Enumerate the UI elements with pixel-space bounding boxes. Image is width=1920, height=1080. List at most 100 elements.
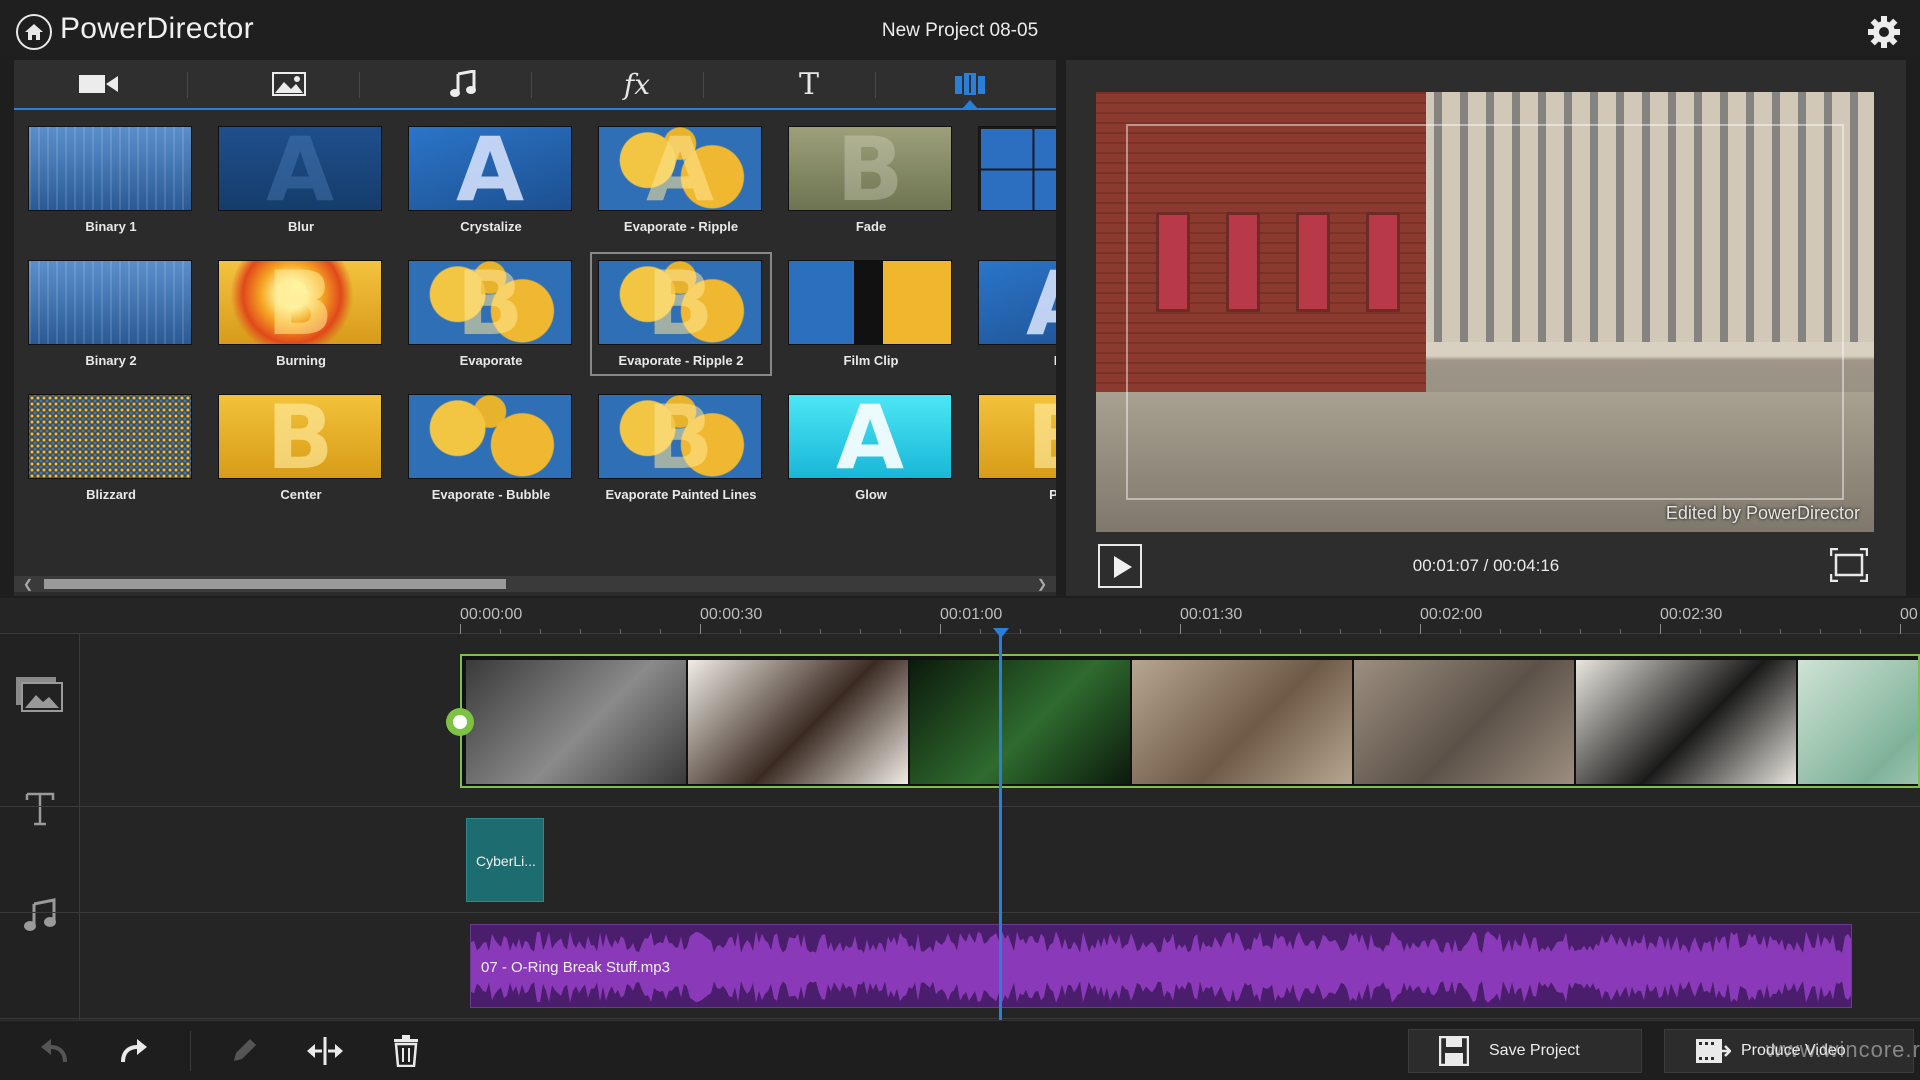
app-name: PowerDirector: [60, 12, 254, 45]
title-text-icon: T: [798, 66, 819, 102]
active-tab-indicator: [962, 100, 978, 109]
pattern-clip[interactable]: [1798, 660, 1918, 784]
tab-video[interactable]: [14, 60, 184, 108]
ruler-minor-tick: [1700, 629, 1701, 634]
ruler-minor-tick: [1780, 629, 1781, 634]
transition-thumb[interactable]: A Glow: [788, 394, 954, 502]
ruler-minor-tick: [1380, 629, 1381, 634]
transition-thumb[interactable]: B Burning: [218, 260, 384, 368]
title-clip[interactable]: CyberLi...: [466, 818, 544, 902]
ruler-minor-tick: [740, 629, 741, 634]
audio-waveform: [471, 931, 1851, 1003]
transition-thumb[interactable]: A Crystalize: [408, 126, 574, 234]
ruler-minor-tick: [660, 629, 661, 634]
transition-preview-image: [788, 260, 952, 345]
video-preview[interactable]: Edited by PowerDirector: [1096, 92, 1874, 532]
transition-preview-image: [408, 394, 572, 479]
home-icon: [25, 24, 43, 40]
ruler-major-tick: [1180, 624, 1181, 634]
ruler-major-tick: [1660, 624, 1661, 634]
ruler-minor-tick: [1260, 629, 1261, 634]
video-camera-icon: [79, 75, 118, 93]
tab-title[interactable]: T: [724, 60, 894, 108]
scrollbar-thumb[interactable]: [44, 579, 506, 589]
site-watermark: www.wincore.ru: [1766, 1037, 1920, 1062]
transition-thumb[interactable]: Binary 2: [28, 260, 194, 368]
ruler-major-tick: [1900, 624, 1901, 634]
person-clip[interactable]: [688, 660, 908, 784]
tab-divider: [875, 72, 876, 98]
edit-button[interactable]: [222, 1031, 266, 1071]
ruler-minor-tick: [1140, 629, 1141, 634]
street-clip[interactable]: [1354, 660, 1574, 784]
ruler-minor-tick: [1620, 629, 1621, 634]
transition-thumb[interactable]: Evaporate - Bubble: [408, 394, 574, 502]
ruler-minor-tick: [500, 629, 501, 634]
transition-label: Glow: [855, 487, 887, 502]
ruler-minor-tick: [1500, 629, 1501, 634]
transition-preview-image: [978, 126, 1056, 211]
ruler-major-tick: [460, 624, 461, 634]
save-project-button[interactable]: Save Project: [1408, 1029, 1642, 1073]
game-screen-clip[interactable]: [910, 660, 1130, 784]
audio-clip[interactable]: 07 - O-Ring Break Stuff.mp3: [470, 924, 1852, 1008]
transition-thumb[interactable]: Binary 1: [28, 126, 194, 234]
fx-icon: fx: [623, 67, 651, 101]
ruler-minor-tick: [1300, 629, 1301, 634]
playhead[interactable]: [999, 632, 1002, 1020]
settings-button[interactable]: [1866, 14, 1902, 50]
tab-effects[interactable]: fx: [552, 60, 722, 108]
transition-thumb[interactable]: G: [978, 126, 1056, 234]
transition-thumb[interactable]: Film Clip: [788, 260, 954, 368]
transition-preview-image: A: [598, 126, 762, 211]
scroll-right-icon[interactable]: ❯: [1034, 576, 1050, 592]
transition-label: Evaporate Painted Lines: [605, 487, 757, 502]
timecode: 00:01:07 / 00:04:16: [1412, 556, 1560, 575]
delete-button[interactable]: [384, 1031, 428, 1071]
transition-thumb[interactable]: A Blur: [218, 126, 384, 234]
transition-thumb[interactable]: Blizzard: [28, 394, 194, 502]
undo-button[interactable]: [32, 1031, 76, 1071]
transition-thumb[interactable]: A Evaporate - Ripple: [598, 126, 764, 234]
redo-button[interactable]: [112, 1031, 156, 1071]
watermark-text: Edited by PowerDirector: [1665, 503, 1860, 523]
transition-label: Evaporate - Ripple 2: [618, 353, 744, 368]
ruler-minor-tick: [860, 629, 861, 634]
transition-thumb[interactable]: A Mi: [978, 260, 1056, 368]
ruler-minor-tick: [1060, 629, 1061, 634]
split-button[interactable]: [303, 1031, 347, 1071]
fullscreen-button[interactable]: [1829, 547, 1869, 583]
tab-music[interactable]: [378, 60, 548, 108]
transition-thumb[interactable]: B Pag: [978, 394, 1056, 502]
media-library-panel: fx T Binary 1 A Blur A Crystalize A Evaporate …: [14, 60, 1056, 596]
transition-thumb[interactable]: B Evaporate: [408, 260, 574, 368]
transition-preview-image: B: [408, 260, 572, 345]
transition-preview-image: A: [218, 126, 382, 211]
transition-thumb[interactable]: B Center: [218, 394, 384, 502]
transition-preview-image: B: [218, 394, 382, 479]
transition-thumb[interactable]: B Fade: [788, 126, 954, 234]
transition-label: Film Clip: [843, 353, 899, 368]
library-scrollbar[interactable]: ❮ ❯: [14, 576, 1056, 592]
ruler-minor-tick: [540, 629, 541, 634]
town-square-clip[interactable]: [1132, 660, 1352, 784]
clip-trim-handle[interactable]: [446, 708, 474, 736]
tv-screen-clip[interactable]: [466, 660, 686, 784]
ruler-minor-tick: [1580, 629, 1581, 634]
scroll-left-icon[interactable]: ❮: [20, 576, 36, 592]
ruler-major-tick: [700, 624, 701, 634]
ruler-minor-tick: [820, 629, 821, 634]
video-track[interactable]: [460, 654, 1920, 788]
fullscreen-icon: [1829, 547, 1869, 583]
ruler-time-label: 00:00:00: [460, 606, 523, 623]
tab-photo[interactable]: [204, 60, 374, 108]
ruler-time-label: 00:01:00: [940, 606, 1003, 623]
home-button[interactable]: [16, 14, 52, 50]
transition-thumb[interactable]: B Evaporate Painted Lines: [598, 394, 764, 502]
checker-floor-clip[interactable]: [1576, 660, 1796, 784]
transition-thumb[interactable]: B Evaporate - Ripple 2: [590, 252, 772, 376]
ruler-minor-tick: [620, 629, 621, 634]
bottom-toolbar: Save Project Produce Video www.wincore.r…: [0, 1020, 1920, 1080]
transition-label: Crystalize: [460, 219, 522, 234]
timeline-ruler[interactable]: 00:00:00 00:00:30 00:01:00 00:01:30 00:02:00…: [0, 598, 1920, 634]
